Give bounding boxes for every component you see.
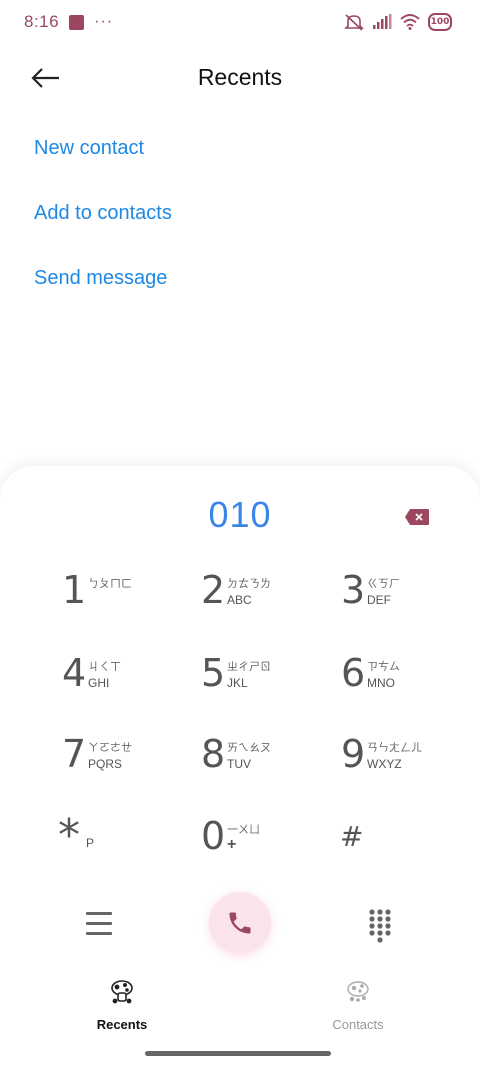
status-time: 8:16 <box>24 12 60 31</box>
key-0[interactable]: 0 一ㄨㄩ + <box>201 814 321 874</box>
contacts-icon <box>347 981 369 1002</box>
keypad-toggle-button[interactable] <box>368 908 392 944</box>
battery-icon: 100 <box>428 13 452 31</box>
key-bopomofo: ㄓㄔㄕㄖ <box>227 661 271 673</box>
key-bopomofo: ㄉㄊㄋㄌ <box>227 578 271 590</box>
key-7[interactable]: 7 ㄚㄛㄜㄝ PQRS <box>62 732 182 792</box>
key-digit: # <box>340 820 364 853</box>
tab-recents[interactable]: Recents <box>62 978 182 1032</box>
key-bopomofo: ㄍㄎㄏ <box>367 578 400 590</box>
key-letters: JKL <box>227 676 248 690</box>
more-notifications-icon: ··· <box>94 13 114 30</box>
tab-contacts[interactable]: Contacts <box>298 978 418 1032</box>
dialer-controls <box>0 892 480 962</box>
key-letters: P <box>86 836 95 850</box>
key-9[interactable]: 9 ㄢㄣㄤㄥㄦ WXYZ <box>341 732 461 792</box>
key-digit: 9 <box>341 732 366 776</box>
status-right: 100 <box>344 13 452 31</box>
menu-line <box>86 912 112 915</box>
call-button[interactable] <box>209 892 271 954</box>
key-letters: DEF <box>367 593 391 607</box>
tab-contacts-label: Contacts <box>332 1017 384 1032</box>
key-digit: * <box>58 810 80 861</box>
key-digit: 8 <box>201 732 226 776</box>
dialpad-icon <box>369 909 391 943</box>
key-digit: 7 <box>62 732 87 776</box>
status-left: 8:16 ··· <box>24 12 113 32</box>
key-bopomofo: 一ㄨㄩ <box>227 824 260 836</box>
key-digit: 5 <box>201 651 226 695</box>
key-6[interactable]: 6 ㄗㄘㄙ MNO <box>341 651 461 711</box>
backspace-icon <box>405 509 429 525</box>
dialer-panel: 010 1 ㄅㄆㄇㄈ 2 ㄉㄊㄋㄌ ABC 3 ㄍㄎㄏ DEF 4 ㄐㄑㄒ GH… <box>0 466 480 1066</box>
key-bopomofo: ㄐㄑㄒ <box>88 661 121 673</box>
header: Recents <box>0 52 480 104</box>
action-list: New contact Add to contacts Send message <box>34 130 172 325</box>
key-3[interactable]: 3 ㄍㄎㄏ DEF <box>341 568 461 628</box>
tab-recents-label: Recents <box>96 1017 148 1032</box>
key-1[interactable]: 1 ㄅㄆㄇㄈ <box>62 568 182 628</box>
backspace-button[interactable] <box>404 508 430 526</box>
menu-line <box>86 932 112 935</box>
key-letters: + <box>227 836 237 853</box>
key-letters: GHI <box>88 676 110 690</box>
key-bopomofo: ㄞㄟㄠㄡ <box>227 742 271 754</box>
signal-icon <box>373 14 392 29</box>
menu-button[interactable] <box>86 912 112 938</box>
recents-icon <box>111 980 133 1004</box>
key-digit: 2 <box>201 568 226 612</box>
key-hash[interactable]: # <box>340 814 460 874</box>
key-bopomofo: ㄚㄛㄜㄝ <box>88 742 132 754</box>
key-letters: TUV <box>227 757 251 771</box>
key-bopomofo: ㄗㄘㄙ <box>367 661 400 673</box>
new-contact-link[interactable]: New contact <box>34 130 172 195</box>
key-5[interactable]: 5 ㄓㄔㄕㄖ JKL <box>201 651 321 711</box>
key-letters: WXYZ <box>367 757 402 771</box>
home-indicator[interactable] <box>145 1051 331 1056</box>
key-letters: PQRS <box>88 757 123 771</box>
key-digit: 1 <box>62 568 87 612</box>
send-message-link[interactable]: Send message <box>34 260 172 325</box>
key-letters: ABC <box>227 593 252 607</box>
page-title: Recents <box>197 64 283 90</box>
key-bopomofo: ㄢㄣㄤㄥㄦ <box>367 742 422 754</box>
key-digit: 3 <box>341 568 366 612</box>
key-bopomofo: ㄅㄆㄇㄈ <box>88 578 132 590</box>
add-to-contacts-link[interactable]: Add to contacts <box>34 195 172 260</box>
menu-line <box>86 922 112 925</box>
bottom-nav: Recents Contacts <box>0 978 480 1038</box>
app-notification-icon <box>69 14 85 30</box>
key-star[interactable]: * P <box>58 810 178 874</box>
mute-icon <box>344 14 364 31</box>
key-digit: 0 <box>201 814 226 858</box>
key-digit: 6 <box>341 651 366 695</box>
key-digit: 4 <box>62 651 87 695</box>
wifi-icon <box>400 14 420 30</box>
phone-icon <box>229 912 251 934</box>
key-4[interactable]: 4 ㄐㄑㄒ GHI <box>62 651 182 711</box>
key-2[interactable]: 2 ㄉㄊㄋㄌ ABC <box>201 568 321 628</box>
key-8[interactable]: 8 ㄞㄟㄠㄡ TUV <box>201 732 321 792</box>
status-bar: 8:16 ··· 100 <box>0 0 480 44</box>
key-letters: MNO <box>367 676 395 690</box>
